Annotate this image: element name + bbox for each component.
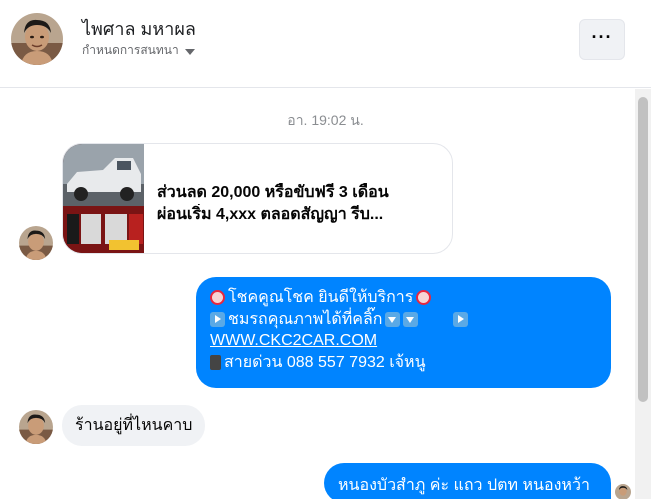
seen-indicator-avatar — [615, 484, 631, 499]
down-arrow-icon — [384, 311, 400, 327]
message-line-4: สายด่วน 088 557 7932 เจ้หนู — [224, 353, 426, 371]
user-avatar-icon — [19, 226, 53, 260]
user-avatar-icon — [19, 410, 53, 444]
play-button-icon — [210, 311, 225, 327]
scrollbar-thumb[interactable] — [638, 97, 648, 402]
down-arrow-icon — [402, 311, 418, 327]
link-preview-title: ส่วนลด 20,000 หรือขับฟรี 3 เดือน ผ่อนเริ… — [157, 182, 447, 226]
shared-link-card[interactable]: ส่วนลด 20,000 หรือขับฟรี 3 เดือน ผ่อนเริ… — [62, 143, 453, 254]
message-line-2: ชมรถคุณภาพได้ที่คลิ๊ก — [228, 310, 383, 328]
incoming-message-bubble: ร้านอยู่ที่ไหนคาบ — [62, 405, 206, 446]
message-timestamp: อา. 19:02 น. — [287, 112, 364, 128]
car-photo-thumbnail-icon — [63, 144, 144, 253]
user-avatar-icon — [11, 13, 63, 65]
website-link[interactable]: WWW.CKC2CAR.COM — [210, 330, 377, 352]
conversation-settings-dropdown[interactable]: กำหนดการสนทนา — [82, 41, 195, 60]
conversation-settings-label: กำหนดการสนทนา — [82, 43, 179, 57]
anger-symbol-icon — [210, 290, 225, 306]
link-preview-line-2: ผ่อนเริ่ม 4,xxx ตลอดสัญญา รีบ... — [157, 206, 384, 223]
message-line-1: โชคคูณโชค ยินดีให้บริการ — [228, 289, 414, 306]
anger-symbol-icon — [416, 290, 432, 306]
link-preview-line-1: ส่วนลด 20,000 หรือขับฟรี 3 เดือน — [157, 184, 389, 201]
sender-avatar[interactable] — [19, 226, 53, 260]
play-button-icon — [452, 311, 468, 327]
contact-name[interactable]: ไพศาล มหาผล — [82, 14, 196, 43]
more-horizontal-icon: ··· — [591, 26, 613, 47]
user-avatar-icon — [615, 484, 631, 499]
sender-avatar[interactable] — [19, 410, 53, 444]
caret-down-icon — [184, 48, 195, 55]
outgoing-message-bubble: หนองบัวสำภู ค่ะ แถว ปตท หนองหว้า — [324, 463, 611, 499]
conversation-scrollbar[interactable] — [635, 89, 651, 499]
mobile-phone-icon — [210, 354, 221, 370]
more-options-button[interactable]: ··· — [579, 19, 625, 60]
outgoing-message-bubble: โชคคูณโชค ยินดีให้บริการ ชมรถคุณภาพได้ที… — [196, 277, 611, 388]
conversation-header: ไพศาล มหาผล กำหนดการสนทนา ··· — [0, 0, 651, 88]
contact-avatar[interactable] — [11, 13, 63, 65]
